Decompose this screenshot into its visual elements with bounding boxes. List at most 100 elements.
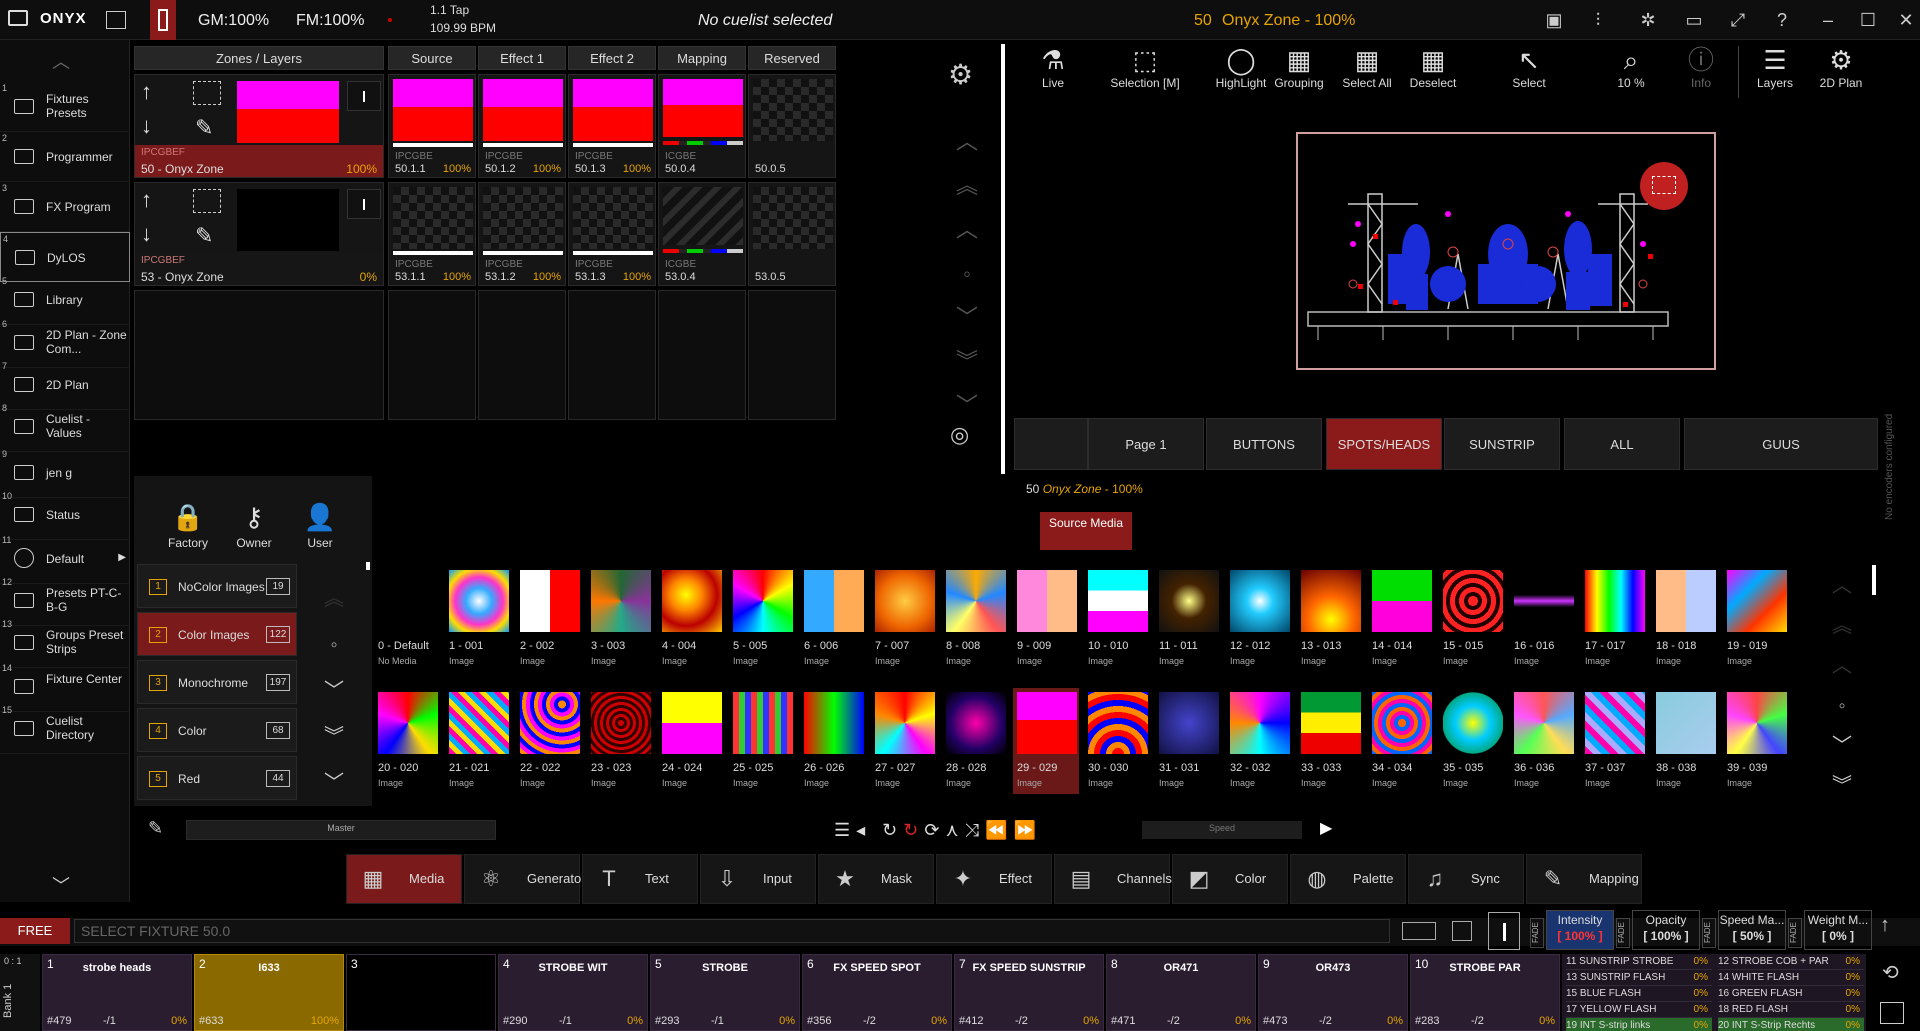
media-item[interactable]: 2 - 002 Image	[516, 566, 582, 672]
playback-2[interactable]: 2 I633 #633 100%	[194, 954, 344, 1031]
grid-view-icon[interactable]	[1452, 921, 1472, 941]
small-playback[interactable]: 14 WHITE FLASH 0%	[1718, 970, 1864, 986]
attribute-weight-m-[interactable]: Weight M... [ 0% ]	[1804, 910, 1872, 950]
select-mode-button[interactable]	[1488, 912, 1520, 950]
media-item[interactable]: 30 - 030 Image	[1084, 688, 1150, 794]
media-item[interactable]: 25 - 025 Image	[729, 688, 795, 794]
blackout-button[interactable]	[150, 0, 176, 40]
folder-nocolor-images[interactable]: 1 NoColor Images 19	[137, 564, 297, 608]
playback-3[interactable]: 3	[346, 954, 496, 1031]
zone-cell-2[interactable]: ↑ ↓ ✎ IPCGBEF 53 - Onyx Zone 0%	[134, 182, 384, 286]
close-icon[interactable]: ✕	[1894, 8, 1918, 32]
sidebar-item-10[interactable]: 10 Status	[0, 490, 130, 540]
media-item[interactable]: 34 - 034 Image	[1368, 688, 1434, 794]
toolbar-live-button[interactable]: ⚗ Live	[1010, 44, 1096, 104]
small-playback[interactable]: 16 GREEN FLASH 0%	[1718, 986, 1864, 1002]
media-item[interactable]: 7 - 007 Image	[871, 566, 937, 672]
layer-cell-53.1.2[interactable]: IPCGBE 53.1.2 100%	[478, 182, 566, 286]
folder-monochrome[interactable]: 3 Monochrome 197	[137, 660, 297, 704]
owner-owner-button[interactable]: ⚷ Owner	[226, 502, 282, 562]
tool-generator-button[interactable]: ⚛ Generator	[464, 854, 586, 904]
scroll-up-icon[interactable]: ︿	[52, 48, 70, 74]
panel-divider[interactable]	[1001, 44, 1005, 474]
stage-plan-view[interactable]	[1296, 132, 1716, 370]
media-item[interactable]: 33 - 033 Image	[1297, 688, 1363, 794]
library-scroll-thumb[interactable]	[366, 562, 370, 570]
media-item[interactable]: 20 - 020 Image	[374, 688, 440, 794]
folder-red[interactable]: 5 Red 44	[137, 756, 297, 800]
selection-tool-icon[interactable]	[193, 81, 221, 105]
tool-color-button[interactable]: ◩ Color	[1172, 854, 1288, 904]
media-item[interactable]: 14 - 014 Image	[1368, 566, 1434, 672]
layer-cell-53.1.3[interactable]: IPCGBE 53.1.3 100%	[568, 182, 656, 286]
tab-sunstrip[interactable]: SUNSTRIP	[1444, 418, 1560, 470]
media-item[interactable]: 38 - 038 Image	[1652, 688, 1718, 794]
layer-cell-50.0.5[interactable]: 50.0.5	[748, 74, 836, 178]
attribute-intensity[interactable]: Intensity [ 100% ]	[1546, 910, 1614, 950]
media-item[interactable]: 1 - 001 Image	[445, 566, 511, 672]
folder-color[interactable]: 4 Color 68	[137, 708, 297, 752]
media-item[interactable]: 39 - 039 Image	[1723, 688, 1789, 794]
tab-spots-heads[interactable]: SPOTS/HEADS	[1326, 418, 1442, 470]
sidebar-item-3[interactable]: 3 FX Program	[0, 182, 130, 232]
brush-tool-icon[interactable]: ✎	[195, 115, 213, 141]
media-item[interactable]: 8 - 008 Image	[942, 566, 1008, 672]
media-item[interactable]: 10 - 010 Image	[1084, 566, 1150, 672]
layer-cell-50.1.3[interactable]: IPCGBE 50.1.3 100%	[568, 74, 656, 178]
minimize-icon[interactable]: –	[1816, 8, 1840, 32]
windows-icon[interactable]: ▣	[1542, 8, 1566, 32]
help-icon[interactable]: ?	[1770, 8, 1794, 32]
media-item[interactable]: 9 - 009 Image	[1013, 566, 1079, 672]
speed-fader[interactable]: Speed	[1142, 821, 1302, 839]
playback-4[interactable]: 4 STROBE WIT #290 -/1 0%	[498, 954, 648, 1031]
playback-1[interactable]: 1 strobe heads #479 -/1 0%	[42, 954, 192, 1031]
owner-factory-button[interactable]: 🔒 Factory	[160, 502, 216, 562]
layer-cell-53.0.5[interactable]: 53.0.5	[748, 182, 836, 286]
empty-cell[interactable]	[388, 290, 476, 420]
tool-sync-button[interactable]: ♫ Sync	[1408, 854, 1524, 904]
attribute-speed-ma-[interactable]: Speed Ma... [ 50% ]	[1718, 910, 1786, 950]
free-button[interactable]: FREE	[0, 918, 70, 944]
tool-channels-button[interactable]: ▤ Channels	[1054, 854, 1172, 904]
keypad-icon[interactable]	[1402, 922, 1436, 940]
media-item[interactable]: 32 - 032 Image	[1226, 688, 1292, 794]
move-up-icon[interactable]: ↑	[141, 189, 152, 211]
tab-page-1[interactable]: Page 1	[1088, 418, 1204, 470]
tool-effect-button[interactable]: ✦ Effect	[936, 854, 1052, 904]
media-item[interactable]: 27 - 027 Image	[871, 688, 937, 794]
small-playback[interactable]: 18 RED FLASH 0%	[1718, 1002, 1864, 1018]
fader-panel-icon[interactable]	[1880, 1002, 1904, 1024]
empty-cell[interactable]	[134, 290, 384, 420]
tab-guus[interactable]: GUUS	[1684, 418, 1878, 470]
toolbar-2d-plan-button[interactable]: ⚙ 2D Plan	[1798, 44, 1884, 104]
empty-cell[interactable]	[478, 290, 566, 420]
tool-media-button[interactable]: ▦ Media	[346, 854, 462, 904]
layer-cell-50.0.4[interactable]: ICGBE 50.0.4	[658, 74, 746, 178]
empty-cell[interactable]	[748, 290, 836, 420]
small-playback[interactable]: 11 SUNSTRIP STROBE 0%	[1566, 954, 1712, 970]
toolbar-select-button[interactable]: ↖ Select	[1486, 44, 1572, 104]
tool-mask-button[interactable]: ★ Mask	[818, 854, 934, 904]
layer-cell-50.1.2[interactable]: IPCGBE 50.1.2 100%	[478, 74, 566, 178]
small-playback[interactable]: 20 INT S-Strip Rechts 0%	[1718, 1018, 1864, 1031]
small-playback[interactable]: 12 STROBE COB + PAR 0%	[1718, 954, 1864, 970]
media-item[interactable]: 15 - 015 Image	[1439, 566, 1505, 672]
playback-6[interactable]: 6 FX SPEED SPOT #356 -/2 0%	[802, 954, 952, 1031]
sliders-icon[interactable]: ⫶	[1586, 8, 1610, 32]
sidebar-item-13[interactable]: 13 Groups Preset Strips	[0, 618, 130, 668]
arrow-up-icon[interactable]: ↑	[1880, 914, 1890, 937]
media-item[interactable]: 28 - 028 Image	[942, 688, 1008, 794]
media-item[interactable]: 24 - 024 Image	[658, 688, 724, 794]
media-item[interactable]: 13 - 013 Image	[1297, 566, 1363, 672]
command-input[interactable]: SELECT FIXTURE 50.0	[74, 919, 1390, 943]
empty-cell[interactable]	[658, 290, 746, 420]
loop-icon[interactable]: ⟲	[1882, 960, 1899, 985]
attribute-opacity[interactable]: Opacity [ 100% ]	[1632, 910, 1700, 950]
folder-scroll-controls[interactable]: ︽ ◦ ﹀ ︾ ﹀	[304, 576, 364, 800]
sidebar-item-8[interactable]: 8 Cuelist - Values	[0, 402, 130, 452]
media-item[interactable]: 0 - Default No Media	[374, 566, 440, 672]
media-item[interactable]: 18 - 018 Image	[1652, 566, 1718, 672]
flash-master[interactable]: FM:100%	[296, 12, 364, 30]
sidebar-item-1[interactable]: 1 Fixtures Presets	[0, 82, 130, 132]
source-media-button[interactable]: Source Media	[1040, 512, 1132, 550]
